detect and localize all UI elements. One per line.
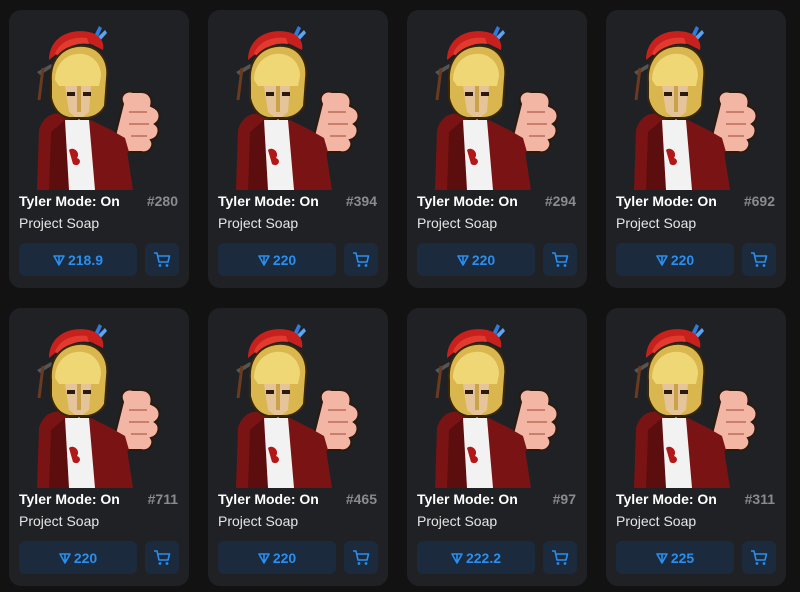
add-to-cart-button[interactable] bbox=[543, 243, 577, 276]
price-value: 218.9 bbox=[67, 251, 104, 268]
nft-number: #692 bbox=[743, 193, 775, 209]
nft-card[interactable]: Tyler Mode: On #465 Project Soap 220 bbox=[208, 308, 388, 586]
nft-title: Tyler Mode: On bbox=[19, 491, 120, 507]
ton-diamond-icon bbox=[451, 552, 463, 564]
ton-diamond-icon bbox=[457, 254, 469, 266]
collection-name: Project Soap bbox=[218, 513, 299, 529]
price-value: 220 bbox=[670, 251, 695, 268]
price-value: 220 bbox=[471, 251, 496, 268]
nft-card[interactable]: Tyler Mode: On #311 Project Soap 225 bbox=[606, 308, 786, 586]
nft-card[interactable]: Tyler Mode: On #394 Project Soap 220 bbox=[208, 10, 388, 288]
nft-card[interactable]: Tyler Mode: On #294 Project Soap 220 bbox=[407, 10, 587, 288]
ton-diamond-icon bbox=[258, 552, 270, 564]
add-to-cart-button[interactable] bbox=[742, 243, 776, 276]
nft-title: Tyler Mode: On bbox=[218, 491, 319, 507]
collection-name: Project Soap bbox=[218, 215, 299, 231]
add-to-cart-button[interactable] bbox=[543, 541, 577, 574]
price-button[interactable]: 220 bbox=[417, 243, 535, 276]
nft-number: #465 bbox=[345, 491, 377, 507]
nft-artwork[interactable] bbox=[421, 20, 573, 190]
nft-title: Tyler Mode: On bbox=[19, 193, 120, 209]
nft-artwork[interactable] bbox=[620, 318, 772, 488]
price-button[interactable]: 220 bbox=[218, 243, 336, 276]
collection-name: Project Soap bbox=[19, 215, 100, 231]
shopping-cart-icon bbox=[154, 549, 171, 565]
nft-title: Tyler Mode: On bbox=[616, 491, 717, 507]
price-value: 222.2 bbox=[465, 549, 502, 566]
ton-diamond-icon bbox=[656, 552, 668, 564]
add-to-cart-button[interactable] bbox=[344, 541, 378, 574]
nft-card[interactable]: Tyler Mode: On #97 Project Soap 222.2 bbox=[407, 308, 587, 586]
nft-grid: Tyler Mode: On #280 Project Soap 218.9 T… bbox=[9, 10, 786, 586]
ton-diamond-icon bbox=[656, 254, 668, 266]
nft-number: #294 bbox=[544, 193, 576, 209]
shopping-cart-icon bbox=[751, 251, 768, 267]
price-value: 220 bbox=[272, 549, 297, 566]
price-value: 220 bbox=[73, 549, 98, 566]
add-to-cart-button[interactable] bbox=[145, 541, 179, 574]
shopping-cart-icon bbox=[751, 549, 768, 565]
price-button[interactable]: 220 bbox=[19, 541, 137, 574]
nft-number: #97 bbox=[552, 491, 576, 507]
nft-title: Tyler Mode: On bbox=[417, 491, 518, 507]
nft-title: Tyler Mode: On bbox=[218, 193, 319, 209]
nft-artwork[interactable] bbox=[222, 20, 374, 190]
nft-card[interactable]: Tyler Mode: On #280 Project Soap 218.9 bbox=[9, 10, 189, 288]
collection-name: Project Soap bbox=[417, 513, 498, 529]
price-button[interactable]: 225 bbox=[616, 541, 734, 574]
collection-name: Project Soap bbox=[19, 513, 100, 529]
collection-name: Project Soap bbox=[417, 215, 498, 231]
ton-diamond-icon bbox=[53, 254, 65, 266]
price-value: 220 bbox=[272, 251, 297, 268]
price-button[interactable]: 218.9 bbox=[19, 243, 137, 276]
nft-title: Tyler Mode: On bbox=[616, 193, 717, 209]
collection-name: Project Soap bbox=[616, 513, 697, 529]
ton-diamond-icon bbox=[258, 254, 270, 266]
nft-title: Tyler Mode: On bbox=[417, 193, 518, 209]
nft-artwork[interactable] bbox=[222, 318, 374, 488]
nft-number: #711 bbox=[147, 491, 178, 507]
shopping-cart-icon bbox=[353, 549, 370, 565]
nft-card[interactable]: Tyler Mode: On #711 Project Soap 220 bbox=[9, 308, 189, 586]
nft-card[interactable]: Tyler Mode: On #692 Project Soap 220 bbox=[606, 10, 786, 288]
nft-artwork[interactable] bbox=[620, 20, 772, 190]
price-button[interactable]: 222.2 bbox=[417, 541, 535, 574]
price-value: 225 bbox=[670, 549, 695, 566]
add-to-cart-button[interactable] bbox=[145, 243, 179, 276]
collection-name: Project Soap bbox=[616, 215, 697, 231]
shopping-cart-icon bbox=[154, 251, 171, 267]
nft-artwork[interactable] bbox=[421, 318, 573, 488]
nft-number: #394 bbox=[345, 193, 377, 209]
add-to-cart-button[interactable] bbox=[742, 541, 776, 574]
price-button[interactable]: 220 bbox=[616, 243, 734, 276]
shopping-cart-icon bbox=[353, 251, 370, 267]
add-to-cart-button[interactable] bbox=[344, 243, 378, 276]
nft-number: #311 bbox=[744, 491, 775, 507]
nft-number: #280 bbox=[146, 193, 178, 209]
nft-artwork[interactable] bbox=[23, 20, 175, 190]
shopping-cart-icon bbox=[552, 549, 569, 565]
shopping-cart-icon bbox=[552, 251, 569, 267]
price-button[interactable]: 220 bbox=[218, 541, 336, 574]
ton-diamond-icon bbox=[59, 552, 71, 564]
nft-artwork[interactable] bbox=[23, 318, 175, 488]
